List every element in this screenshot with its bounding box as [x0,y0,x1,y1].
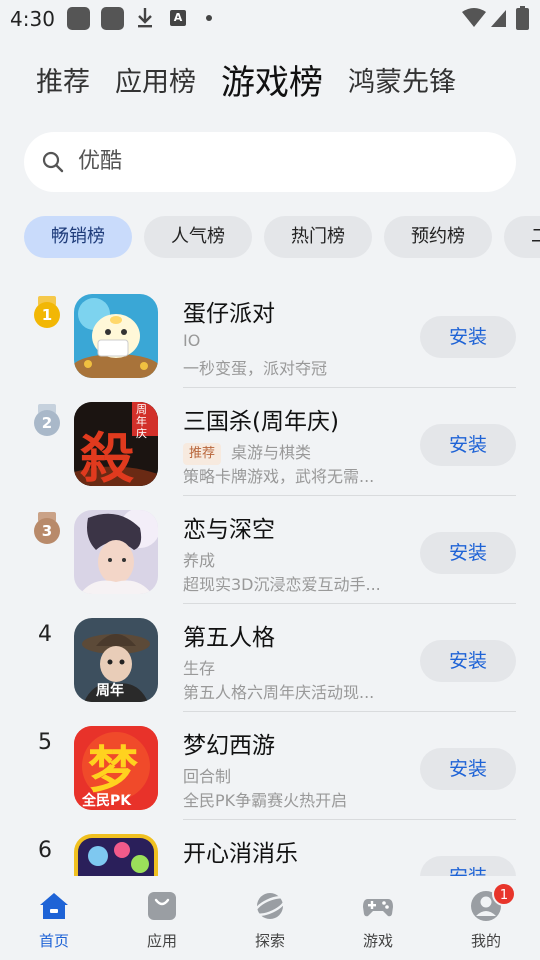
app-icon-happy-elimination[interactable] [74,834,158,876]
shopping-bag-icon [148,892,176,920]
app-description: 全民PK争霸赛火热开启 [183,791,348,810]
status-bar: 4:30 A [0,0,540,36]
app-name: 梦幻西游 [183,733,275,759]
rank-number: 5 [38,730,52,755]
tab-recommend[interactable]: 推荐 [36,58,90,108]
silver-medal-icon: 2 [34,404,60,436]
chip-trending[interactable]: 热门榜 [264,216,372,258]
list-item[interactable]: 2 殺 周年庆 三国杀(周年庆) 推荐 桌游与棋类 策略卡牌游戏，武将无需... … [0,388,540,496]
bronze-medal-icon: 3 [34,512,60,544]
a-icon: A [170,10,186,26]
nav-apps[interactable]: 应用 [122,890,202,954]
app-category: IO [183,331,201,350]
game-ranking-list: 1 蛋仔派对 IO 一秒变蛋，派对夺冠 安装 2 殺 周年庆 三国杀(周年庆) … [0,280,540,876]
install-button[interactable]: 安装 [420,316,516,358]
planet-icon [254,893,286,919]
app-icon-sanguosha[interactable]: 殺 周年庆 [74,402,158,486]
install-button[interactable]: 安装 [420,748,516,790]
download-icon [138,8,152,28]
signal-icon [491,10,506,27]
list-item[interactable]: 1 蛋仔派对 IO 一秒变蛋，派对夺冠 安装 [0,280,540,388]
chip-popularity[interactable]: 人气榜 [144,216,252,258]
list-item[interactable]: 3 恋与深空 养成 超现实3D沉浸恋爱互动手... 安装 [0,496,540,604]
app-description: 超现实3D沉浸恋爱互动手... [183,575,381,594]
app-name: 第五人格 [183,625,275,651]
dot-icon [206,15,212,21]
app-icon-identity-v[interactable]: 周年 [74,618,158,702]
rank-number: 4 [38,622,52,647]
app-category: 回合制 [183,767,232,786]
wifi-icon [462,8,486,27]
tab-game-ranking[interactable]: 游戏榜 [221,58,323,108]
ranking-filter-chips: 畅销榜人气榜热门榜预约榜二 [24,216,540,258]
app-category: 养成 [183,551,216,570]
search-icon [42,151,64,173]
home-icon [40,893,68,919]
app-name: 开心消消乐 [183,841,298,867]
app-category: 生存 [183,659,216,678]
gamepad-icon [363,899,393,917]
app-square-icon [67,7,90,30]
app-icon-corner-text: 周年庆 [136,403,147,440]
nav-me[interactable]: 1 我的 [446,882,526,954]
rank-number: 6 [38,838,52,863]
app-category: 推荐 桌游与棋类 [183,439,311,465]
notification-badge: 1 [492,882,516,906]
nav-explore[interactable]: 探索 [230,890,310,954]
app-icon-fantasy-westward-journey[interactable]: 梦 全民PK [74,726,158,810]
app-icon-love-and-deepspace[interactable] [74,510,158,594]
app-icon-label: 全民PK [82,793,132,809]
install-button[interactable]: 安装 [420,424,516,466]
chip-more[interactable]: 二 [504,216,540,258]
install-button[interactable]: 安装 [420,532,516,574]
app-description: 一秒变蛋，派对夺冠 [183,359,328,378]
chip-preorder[interactable]: 预约榜 [384,216,492,258]
list-item[interactable]: 5 梦 全民PK 梦幻西游 回合制 全民PK争霸赛火热开启 安装 [0,712,540,820]
app-icon-glyph: 殺 [80,426,134,486]
install-button[interactable]: 安装 [420,856,516,876]
search-input[interactable]: 优酷 [78,146,122,178]
nav-games[interactable]: 游戏 [338,890,418,954]
app-icon-eggy-party[interactable] [74,294,158,378]
list-item[interactable]: 6 开心消消乐 消除 安装 [0,820,540,876]
app-square-icon [101,7,124,30]
app-name: 恋与深空 [183,517,275,543]
app-name: 蛋仔派对 [183,301,275,327]
list-item[interactable]: 4 周年 第五人格 生存 第五人格六周年庆活动现... 安装 [0,604,540,712]
search-bar[interactable]: 优酷 [24,132,516,192]
tab-app-ranking[interactable]: 应用榜 [115,58,196,108]
app-description: 第五人格六周年庆活动现... [183,683,375,702]
app-description: 策略卡牌游戏，武将无需... [183,467,375,486]
bottom-navigation: 首页 应用 探索 游戏 1 我的 [0,876,540,960]
app-name: 三国杀(周年庆) [183,409,339,435]
battery-icon [516,6,529,30]
nav-home[interactable]: 首页 [14,890,94,954]
status-time: 4:30 [10,7,55,31]
app-icon-label: 周年 [96,683,124,699]
recommend-tag: 推荐 [183,442,222,465]
tab-harmony-pioneer[interactable]: 鸿蒙先锋 [348,58,456,108]
top-tab-bar: 推荐 应用榜 游戏榜 鸿蒙先锋 [36,58,481,108]
gold-medal-icon: 1 [34,296,60,328]
chip-best-selling[interactable]: 畅销榜 [24,216,132,258]
install-button[interactable]: 安装 [420,640,516,682]
